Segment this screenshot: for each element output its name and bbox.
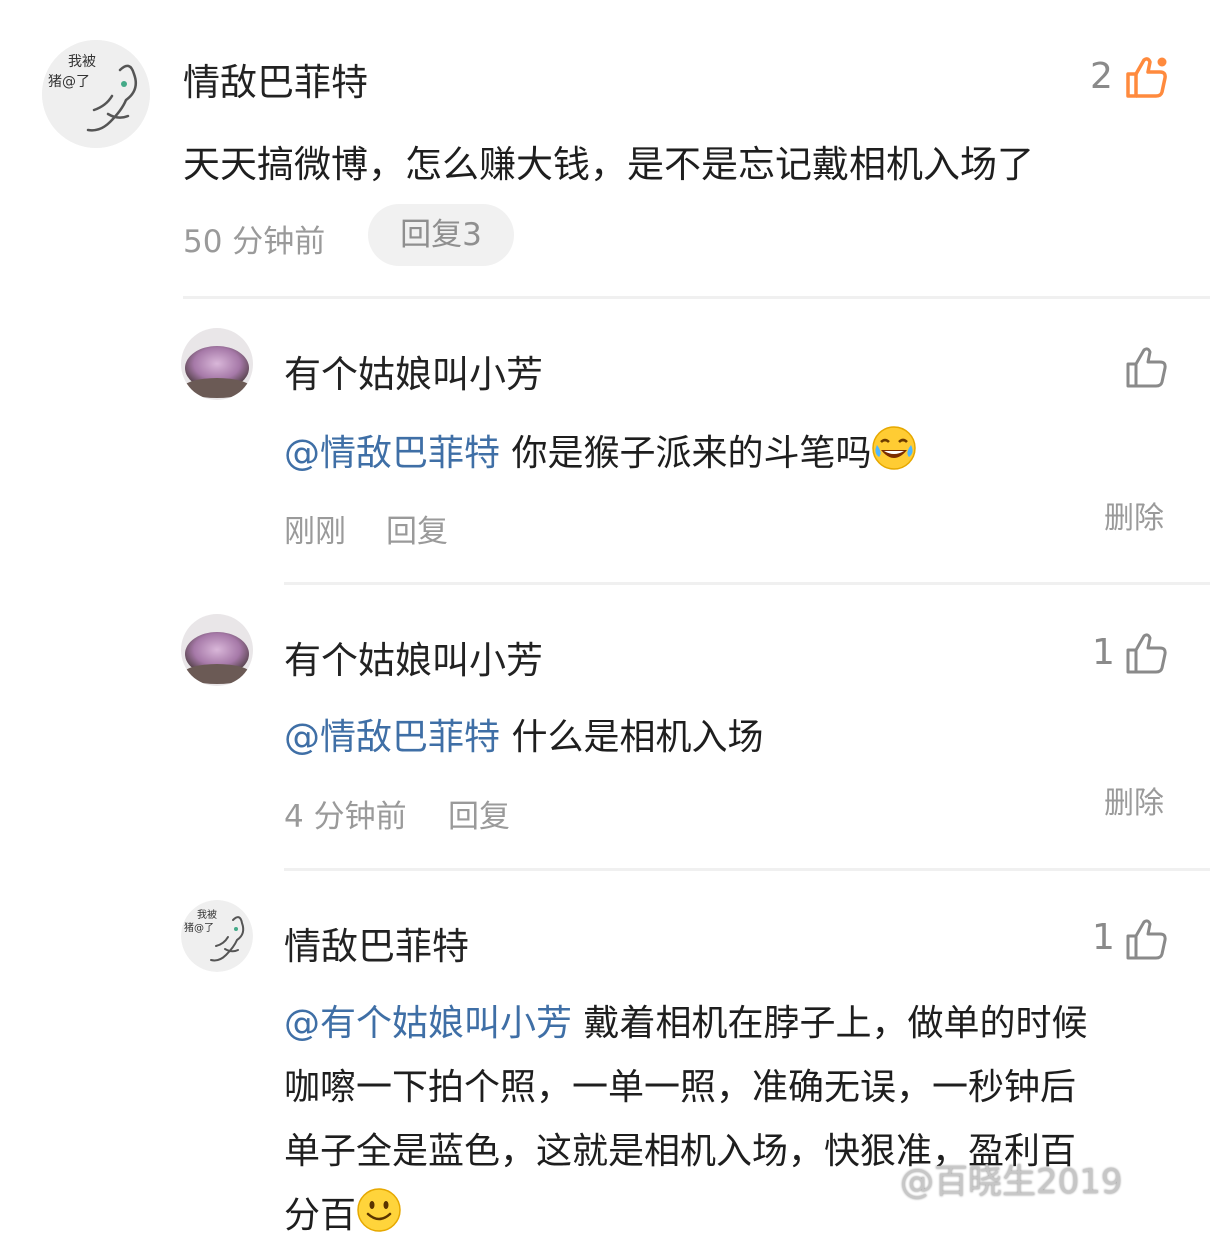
thumbs-up-icon[interactable] bbox=[1124, 916, 1170, 962]
mention-link[interactable]: @有个姑娘叫小芳 bbox=[284, 1003, 572, 1044]
reply-body: 什么是相机入场 bbox=[500, 717, 764, 758]
divider bbox=[183, 296, 1210, 299]
avatar-caption-1: 我被 bbox=[68, 54, 96, 70]
divider bbox=[284, 868, 1210, 871]
avatar[interactable] bbox=[181, 614, 253, 686]
reply-body-line-4: 分百 bbox=[284, 1195, 357, 1236]
avatar-caption-2: 猪@了 bbox=[184, 922, 214, 934]
avatar-caption-2: 猪@了 bbox=[48, 74, 90, 90]
reply-text: @有个姑娘叫小芳 戴着相机在脖子上，做单的时候 咖嚓一下拍个照，一单一照，准确无… bbox=[284, 992, 1184, 1254]
reply-author[interactable]: 有个姑娘叫小芳 bbox=[284, 344, 543, 398]
avatar[interactable]: 我被 猪@了 bbox=[181, 900, 253, 972]
avatar[interactable] bbox=[181, 328, 253, 400]
like-count: 1 bbox=[1092, 632, 1115, 673]
comment-text: 天天搞微博，怎么赚大钱，是不是忘记戴相机入场了 bbox=[183, 143, 1034, 186]
avatar-caption-1: 我被 bbox=[197, 908, 217, 921]
mention-link[interactable]: @情敌巴菲特 bbox=[284, 717, 500, 758]
reply-button[interactable]: 回复 bbox=[386, 506, 448, 551]
comment-author[interactable]: 情敌巴菲特 bbox=[183, 52, 368, 106]
thumbs-up-icon[interactable] bbox=[1124, 630, 1170, 676]
watermark: @百晓生2019 bbox=[900, 1162, 1123, 1202]
reply-body-line-2: 咖嚓一下拍个照，一单一照，准确无误，一秒钟后 bbox=[284, 1067, 1077, 1108]
thumbs-up-icon[interactable] bbox=[1124, 344, 1170, 390]
avatar[interactable]: 我被 猪@了 bbox=[42, 40, 150, 148]
delete-button[interactable]: 删除 bbox=[1104, 493, 1164, 537]
reply-body-line-1: 戴着相机在脖子上，做单的时候 bbox=[572, 1003, 1088, 1044]
reply-author[interactable]: 有个姑娘叫小芳 bbox=[284, 630, 543, 684]
delete-button[interactable]: 删除 bbox=[1104, 778, 1164, 822]
laughing-tears-emoji-icon bbox=[871, 425, 917, 480]
thumbs-up-icon[interactable] bbox=[1124, 54, 1170, 100]
reply-button[interactable]: 回复 bbox=[448, 791, 510, 836]
like-count: 1 bbox=[1092, 917, 1115, 958]
mention-link[interactable]: @情敌巴菲特 bbox=[284, 433, 500, 474]
reply-time: 刚刚 bbox=[284, 514, 346, 550]
reply-text: @情敌巴菲特 你是猴子派来的斗笔吗 bbox=[284, 424, 917, 480]
like-count: 2 bbox=[1090, 56, 1113, 97]
comment-time: 50 分钟前 bbox=[183, 224, 326, 260]
reply-count-button[interactable]: 回复3 bbox=[368, 204, 514, 266]
reply-time: 4 分钟前 bbox=[284, 799, 407, 835]
reply-body: 你是猴子派来的斗笔吗 bbox=[500, 433, 872, 474]
divider bbox=[284, 582, 1210, 585]
smile-emoji-icon bbox=[356, 1187, 402, 1254]
reply-author[interactable]: 情敌巴菲特 bbox=[284, 916, 469, 970]
reply-text: @情敌巴菲特 什么是相机入场 bbox=[284, 708, 763, 760]
